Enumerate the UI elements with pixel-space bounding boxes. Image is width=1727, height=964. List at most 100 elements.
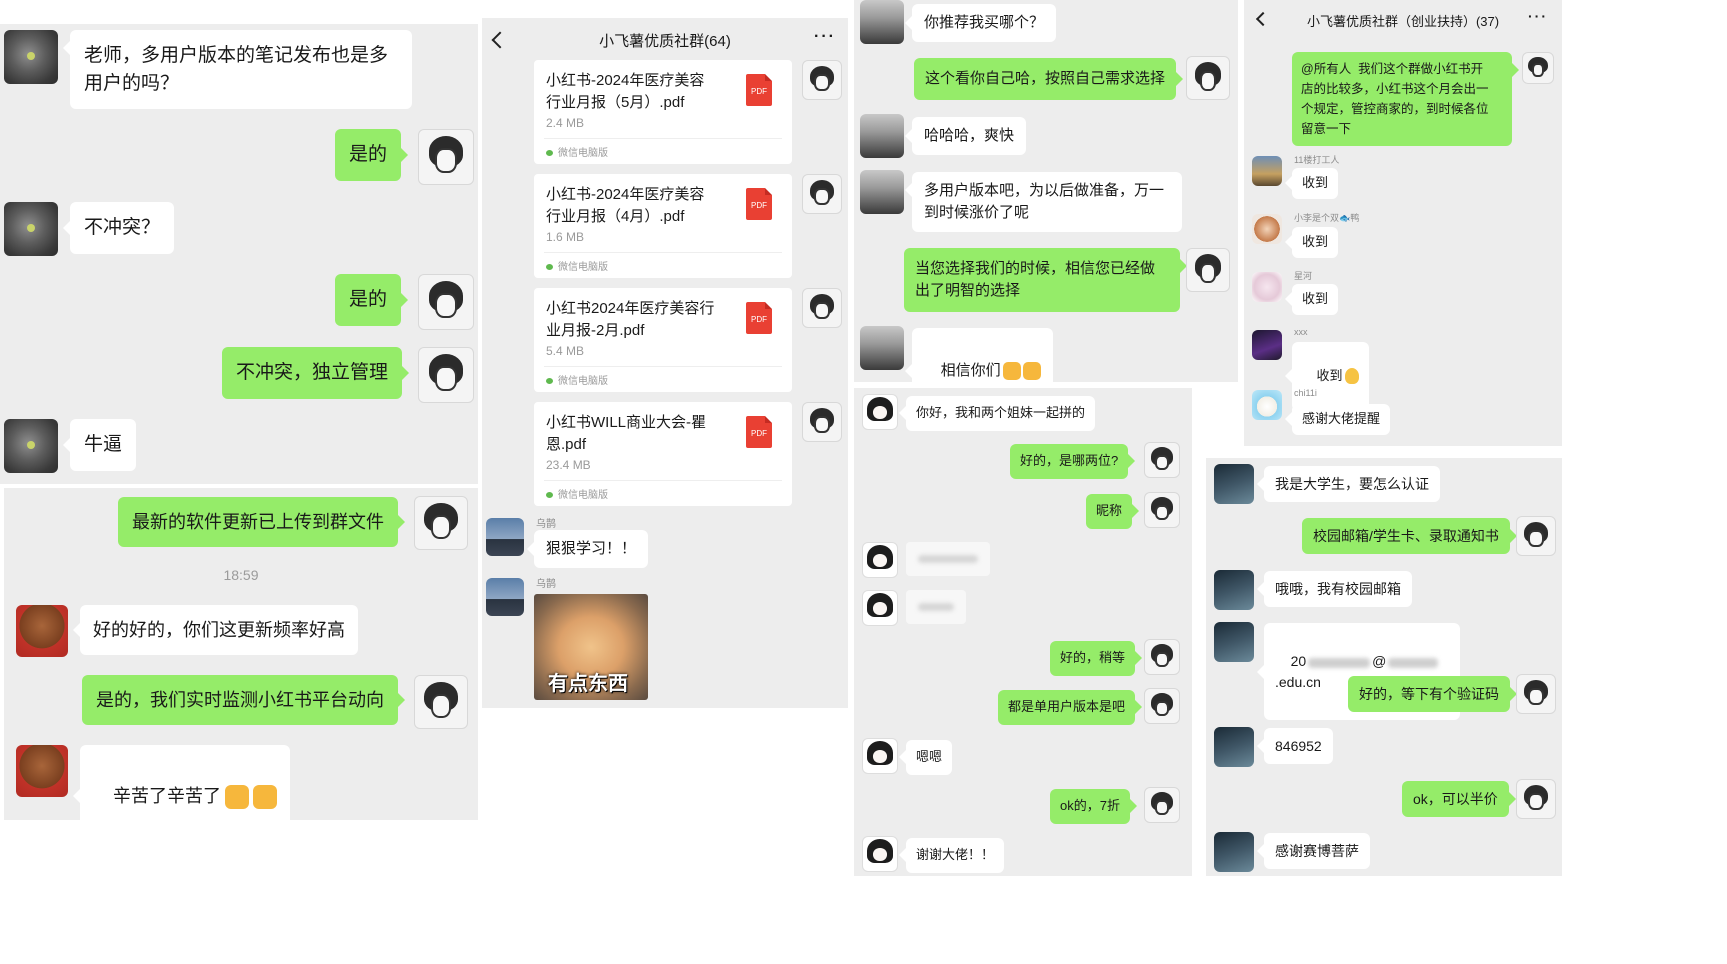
message-bubble: 是的 <box>335 129 409 181</box>
my-avatar[interactable] <box>1144 688 1180 724</box>
my-avatar[interactable] <box>418 129 474 185</box>
sender-name: xxx <box>1294 327 1308 337</box>
contact-avatar[interactable] <box>1214 570 1254 610</box>
my-avatar[interactable] <box>1516 674 1556 714</box>
message-bubble: 相信你们 <box>905 328 1053 382</box>
chat-header: 小飞薯优质社群(64) ··· <box>482 18 848 60</box>
file-message[interactable]: 小红书WILL商业大会-瞿 恩.pdf 23.4 MB PDF 微信电脑版 <box>534 402 792 506</box>
contact-avatar[interactable] <box>1214 464 1254 504</box>
contact-avatar[interactable] <box>1252 272 1282 302</box>
my-avatar[interactable] <box>418 274 474 330</box>
file-size: 1.6 MB <box>546 230 585 244</box>
sender-name: 11楼打工人 <box>1294 155 1340 165</box>
my-avatar[interactable] <box>802 60 842 100</box>
message-bubble: 谢谢大佬！！ <box>898 838 1005 873</box>
contact-avatar[interactable] <box>860 326 904 370</box>
contact-avatar[interactable] <box>1214 622 1254 662</box>
chat-panel-6: 我是大学生，要怎么认证 校园邮箱/学生卡、录取通知书 哦哦，我有校园邮箱 20 @… <box>1206 458 1562 876</box>
my-avatar[interactable] <box>1144 787 1180 823</box>
contact-avatar[interactable] <box>1252 390 1282 420</box>
contact-avatar[interactable] <box>860 0 904 44</box>
message-text: 收到 <box>1316 367 1343 383</box>
message-bubble: ok，可以半价 <box>1402 781 1516 818</box>
email-at: @ <box>1372 653 1387 670</box>
contact-avatar[interactable] <box>486 518 524 556</box>
contact-avatar[interactable] <box>4 30 58 84</box>
message-bubble: 哦哦，我有校园邮箱 <box>1257 571 1412 608</box>
redacted-message <box>906 542 990 576</box>
my-avatar[interactable] <box>1522 52 1554 84</box>
chat-panel-3: 你推荐我买哪个？ 这个看你自己哈，按照自己需求选择 哈哈哈，爽快 多用户版本吧，… <box>854 0 1238 382</box>
more-icon[interactable]: ··· <box>1528 8 1548 24</box>
contact-avatar[interactable] <box>16 745 68 797</box>
message-bubble: 这个看你自己哈，按照自己需求选择 <box>914 58 1184 100</box>
contact-avatar[interactable] <box>862 738 898 774</box>
my-avatar[interactable] <box>1144 639 1180 675</box>
contact-avatar[interactable] <box>16 605 68 657</box>
contact-avatar[interactable] <box>486 578 524 616</box>
my-avatar[interactable] <box>414 675 468 729</box>
file-source: 微信电脑版 <box>546 486 608 501</box>
message-bubble: 收到 <box>1284 227 1339 258</box>
message-bubble: ok的，7折 <box>1050 789 1137 824</box>
file-name: 小红书WILL商业大会-瞿 恩.pdf <box>546 414 707 453</box>
divider <box>544 480 782 481</box>
message-bubble: 我是大学生，要怎么认证 <box>1257 466 1440 503</box>
my-avatar[interactable] <box>414 496 468 550</box>
message-bubble: 多用户版本吧，为以后做准备，万一 到时候涨价了呢 <box>905 172 1182 232</box>
my-avatar[interactable] <box>1186 56 1230 100</box>
cat-sticker-image[interactable]: 有点东西 <box>534 594 648 700</box>
file-size: 2.4 MB <box>546 116 585 130</box>
file-message[interactable]: 小红书2024年医疗美容行 业月报-2月.pdf 5.4 MB PDF 微信电脑… <box>534 288 792 392</box>
contact-avatar[interactable] <box>1214 727 1254 767</box>
my-avatar[interactable] <box>1186 248 1230 292</box>
pdf-file-icon: PDF <box>746 416 772 448</box>
contact-avatar[interactable] <box>1252 214 1282 244</box>
file-message[interactable]: 小红书-2024年医疗美容 行业月报（5月）.pdf 2.4 MB PDF 微信… <box>534 60 792 164</box>
wechat-icon <box>546 264 553 271</box>
my-avatar[interactable] <box>802 288 842 328</box>
more-icon[interactable]: ··· <box>814 28 836 46</box>
file-name: 小红书-2024年医疗美容 行业月报（5月）.pdf <box>546 72 705 111</box>
file-message[interactable]: 小红书-2024年医疗美容 行业月报（4月）.pdf 1.6 MB PDF 微信… <box>534 174 792 278</box>
message-bubble: 846952 <box>1257 728 1333 765</box>
my-avatar[interactable] <box>1516 516 1556 556</box>
chat-panel-4: 你好，我和两个姐妹一起拼的 好的，是哪两位? 昵称 好的，稍等 都是单用户版本是… <box>854 388 1192 876</box>
divider <box>544 138 782 139</box>
announcement-bubble: @所有人 我们这个群做小红书开 店的比较多，小红书这个月会出一 个规定，管控商家… <box>1292 52 1519 146</box>
redacted-text <box>1388 657 1439 668</box>
my-avatar[interactable] <box>1516 779 1556 819</box>
my-avatar[interactable] <box>802 402 842 442</box>
message-bubble: 感谢大佬提醒 <box>1284 404 1391 435</box>
message-bubble: 嗯嗯 <box>898 740 953 775</box>
contact-avatar[interactable] <box>862 836 898 872</box>
chat-title: 小飞薯优质社群（创业扶持）(37) <box>1306 14 1500 29</box>
message-bubble: 不冲突？ <box>62 202 175 254</box>
contact-avatar[interactable] <box>862 542 898 578</box>
contact-avatar[interactable] <box>1214 832 1254 872</box>
my-avatar[interactable] <box>802 174 842 214</box>
sender-name: 乌鹊 <box>536 579 556 590</box>
message-timestamp: 18:59 <box>223 567 259 583</box>
chat-panel-2: 小飞薯优质社群(64) ··· 小红书-2024年医疗美容 行业月报（5月）.p… <box>482 18 848 708</box>
contact-avatar[interactable] <box>860 114 904 158</box>
message-bubble: 收到 <box>1284 284 1339 315</box>
contact-avatar[interactable] <box>1252 156 1282 186</box>
message-bubble: 都是单用户版本是吧 <box>998 690 1143 725</box>
handshake-icon <box>1002 361 1021 380</box>
thumbs-up-icon <box>225 785 250 810</box>
contact-avatar[interactable] <box>4 202 58 256</box>
divider <box>544 366 782 367</box>
message-bubble: 当您选择我们的时候，相信您已经做 出了明智的选择 <box>904 248 1187 312</box>
contact-avatar[interactable] <box>862 590 898 626</box>
contact-avatar[interactable] <box>1252 330 1282 360</box>
my-avatar[interactable] <box>1144 442 1180 478</box>
message-bubble: 昵称 <box>1086 494 1140 529</box>
my-avatar[interactable] <box>418 347 474 403</box>
contact-avatar[interactable] <box>4 419 58 473</box>
message-bubble: 辛苦了辛苦了 <box>72 745 291 820</box>
my-avatar[interactable] <box>1144 492 1180 528</box>
contact-avatar[interactable] <box>862 394 898 430</box>
message-bubble: 是的 <box>335 274 409 326</box>
contact-avatar[interactable] <box>860 170 904 214</box>
